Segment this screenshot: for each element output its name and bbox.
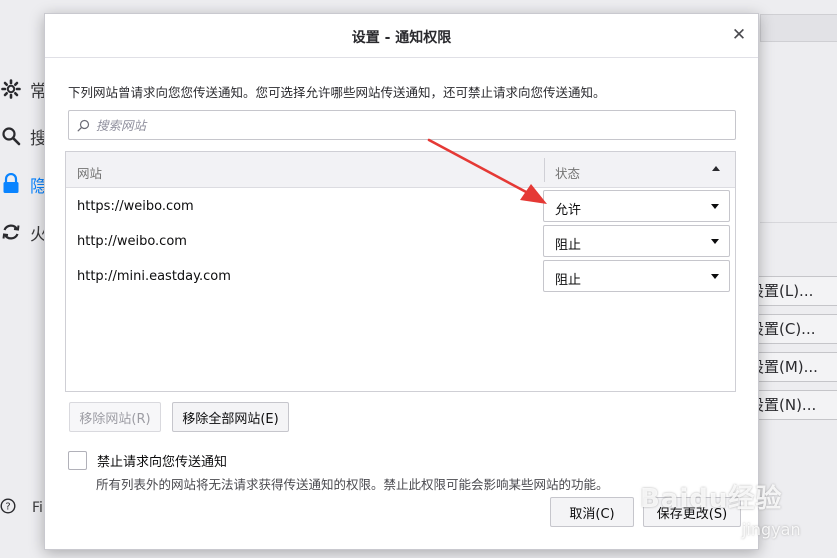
- dialog-title: 设置 - 通知权限: [351, 30, 452, 46]
- block-requests-note: 所有列表外的网站将无法请求获得传送通知的权限。禁止此权限可能会影响某些网站的功能…: [96, 477, 609, 492]
- column-header-status[interactable]: 状态: [555, 163, 580, 182]
- table-header: 网站 状态: [66, 152, 735, 188]
- chevron-down-icon: [711, 204, 719, 209]
- close-icon[interactable]: ✕: [728, 24, 750, 46]
- status-select[interactable]: 阻止: [543, 225, 730, 257]
- status-value: 阻止: [555, 273, 582, 288]
- nav-item-privacy[interactable]: 隐: [0, 170, 47, 198]
- chevron-down-icon: [711, 274, 719, 279]
- block-requests-option[interactable]: 禁止请求向您传送通知: [68, 451, 227, 470]
- chevron-down-icon: [711, 239, 719, 244]
- search-box[interactable]: [68, 110, 736, 140]
- remove-all-sites-button[interactable]: 移除全部网站(E): [172, 402, 289, 432]
- site-url: http://mini.eastday.com: [77, 269, 231, 284]
- sort-ascending-icon[interactable]: [712, 166, 720, 171]
- status-value: 阻止: [555, 238, 582, 253]
- help-icon: ?: [0, 498, 20, 518]
- status-value: 允许: [555, 203, 582, 218]
- background-divider: [760, 222, 837, 223]
- block-requests-checkbox[interactable]: [68, 451, 87, 470]
- svg-text:?: ?: [5, 502, 10, 513]
- background-search-strip: [760, 14, 837, 42]
- cancel-button[interactable]: 取消(C): [550, 497, 634, 527]
- search-icon: [0, 125, 22, 147]
- table-row[interactable]: http://mini.eastday.com 阻止: [66, 259, 735, 294]
- table-row[interactable]: https://weibo.com 允许: [66, 189, 735, 224]
- background-footer[interactable]: ? Fir: [0, 498, 49, 518]
- sync-icon: [0, 221, 22, 243]
- nav-item-general[interactable]: 常: [0, 75, 47, 103]
- search-input[interactable]: [96, 117, 696, 133]
- column-header-site[interactable]: 网站: [77, 163, 102, 182]
- gear-icon: [0, 78, 22, 100]
- column-divider: [544, 158, 545, 182]
- search-icon: [77, 119, 90, 132]
- dialog-description: 下列网站曾请求向您您传送通知。您可选择允许哪些网站传送通知，还可禁止请求向您传送…: [68, 85, 606, 100]
- remove-site-button[interactable]: 移除网站(R): [69, 402, 161, 432]
- block-requests-label: 禁止请求向您传送通知: [97, 455, 228, 470]
- site-url: http://weibo.com: [77, 234, 187, 249]
- nav-item-sync[interactable]: 火: [0, 218, 47, 246]
- dialog-header: 设置 - 通知权限 ✕: [45, 14, 758, 58]
- notification-permissions-dialog: 设置 - 通知权限 ✕ 下列网站曾请求向您您传送通知。您可选择允许哪些网站传送通…: [44, 13, 759, 550]
- save-changes-button[interactable]: 保存更改(S): [643, 497, 741, 527]
- status-select[interactable]: 阻止: [543, 260, 730, 292]
- site-url: https://weibo.com: [77, 199, 194, 214]
- nav-item-search[interactable]: 搜: [0, 122, 47, 150]
- table-row[interactable]: http://weibo.com 阻止: [66, 224, 735, 259]
- site-permissions-table: 网站 状态 https://weibo.com 允许 http://weibo.…: [65, 151, 736, 392]
- lock-icon: [0, 173, 22, 195]
- status-select[interactable]: 允许: [543, 190, 730, 222]
